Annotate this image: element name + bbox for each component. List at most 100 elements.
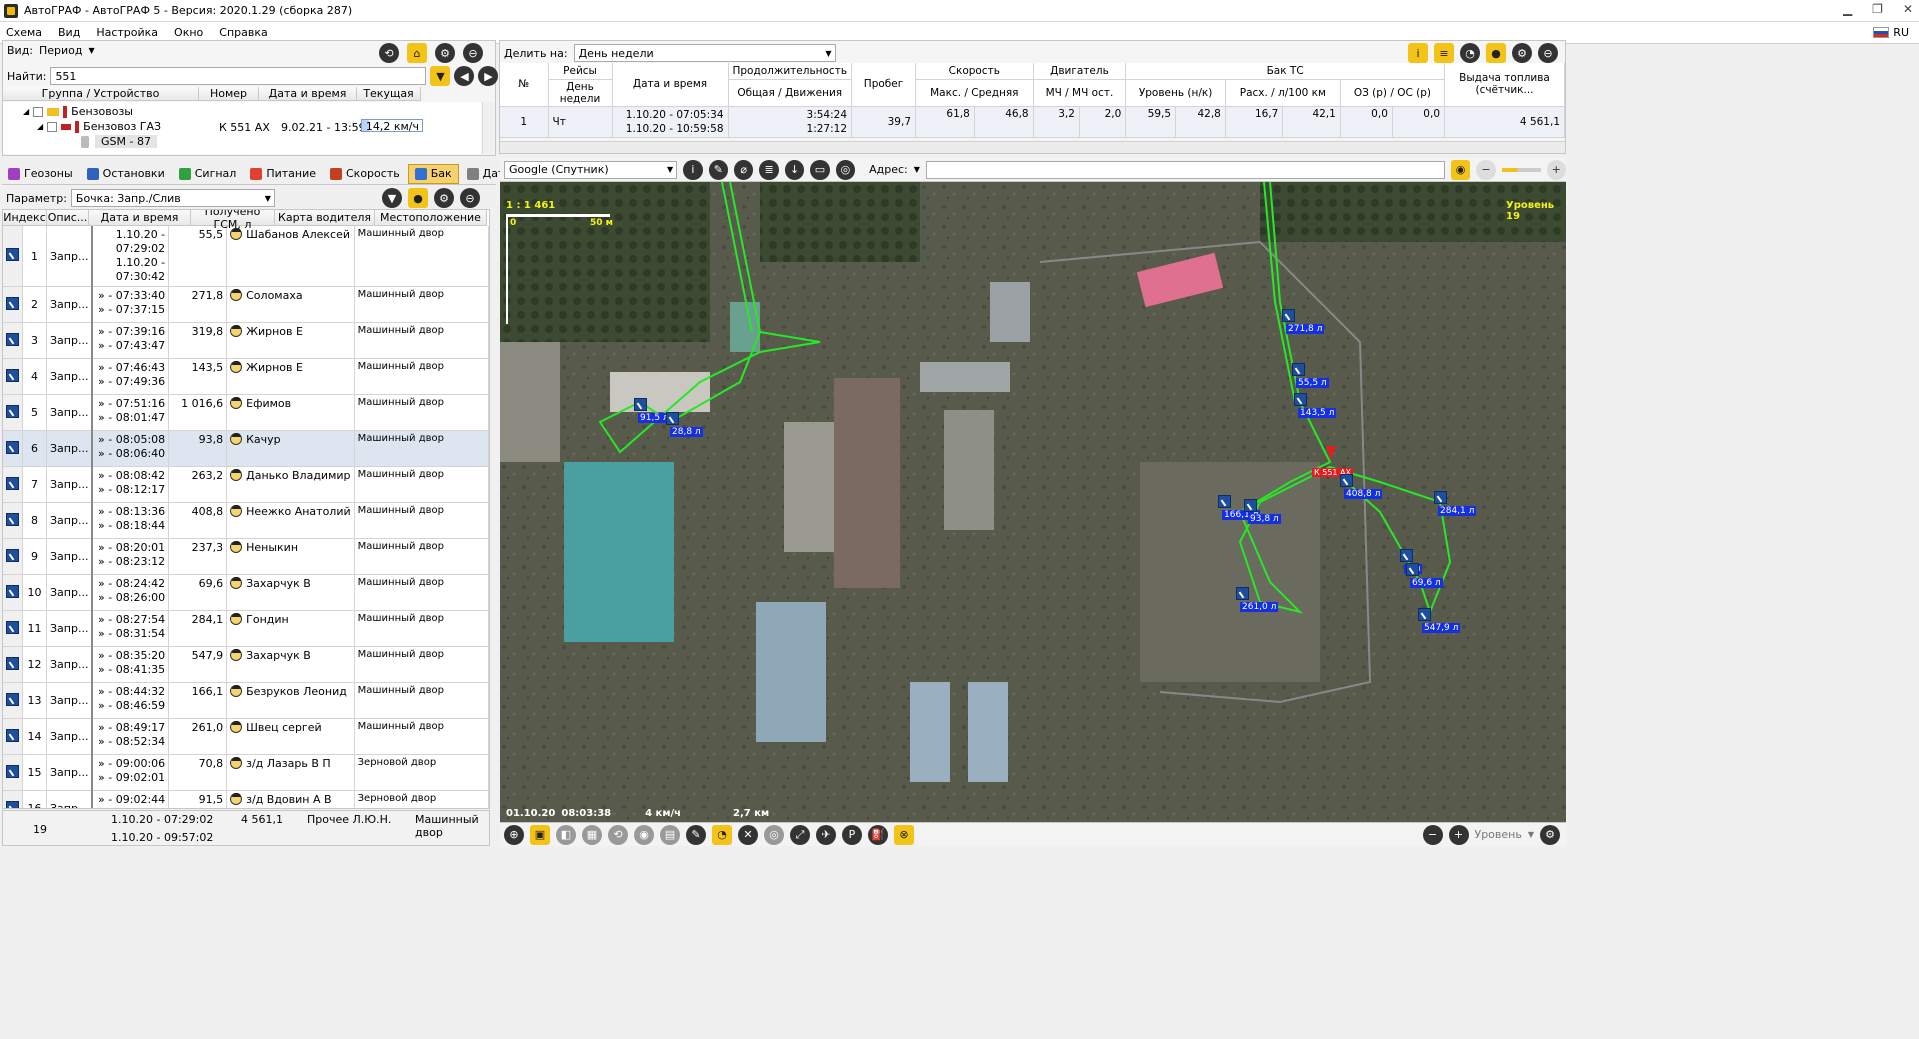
col-group-device[interactable]: Группа / Устройство bbox=[3, 87, 199, 101]
view-dropdown[interactable]: Период bbox=[39, 44, 83, 57]
fuel-icon[interactable]: ⛽ bbox=[868, 824, 888, 845]
col-speed[interactable]: Скорость bbox=[915, 63, 1034, 80]
table-row[interactable]: 6 Запр... » - 08:05:08» - 08:06:40 93,8 Качу… bbox=[3, 430, 489, 467]
menu-window[interactable]: Окно bbox=[174, 26, 203, 39]
table-row[interactable]: 1 Запр... 1.10.20 - 07:29:02 1.10.20 - 07:3… bbox=[3, 226, 489, 287]
tools-icon[interactable]: ✎ bbox=[686, 824, 706, 845]
col-datetime[interactable]: Дата и время bbox=[259, 87, 357, 101]
settings-icon[interactable]: ⚙ bbox=[1540, 824, 1560, 845]
layers-icon[interactable]: ≣ bbox=[759, 159, 779, 180]
filter-icon[interactable]: ▼ bbox=[382, 188, 402, 208]
table-row[interactable]: 4 Запр... » - 07:46:43» - 07:49:36 143,5 Жир… bbox=[3, 358, 489, 395]
info-icon[interactable]: i bbox=[683, 159, 703, 180]
row-icon-cell[interactable] bbox=[3, 682, 23, 719]
col-weekday[interactable]: День недели bbox=[548, 79, 613, 107]
tab-tank[interactable]: Бак bbox=[407, 163, 459, 184]
point-icon[interactable]: ◉ bbox=[634, 824, 654, 845]
col-no[interactable]: № bbox=[500, 63, 549, 107]
table-row[interactable]: 13 Запр... » - 08:44:32» - 08:46:59 166,1 Бе… bbox=[3, 682, 489, 719]
chart-icon[interactable]: ◔ bbox=[712, 824, 732, 845]
pin-icon[interactable]: ● bbox=[408, 188, 428, 208]
zoom-out-icon[interactable]: − bbox=[1422, 824, 1443, 845]
row-icon-cell[interactable] bbox=[3, 286, 23, 323]
table-row[interactable]: 5 Запр... » - 07:51:16» - 08:01:47 1 016,6 Е… bbox=[3, 394, 489, 431]
chart-icon[interactable]: ◔ bbox=[1460, 43, 1480, 63]
collapse-icon[interactable]: ⊖ bbox=[1538, 43, 1558, 63]
measure-icon[interactable]: ⤢ bbox=[790, 824, 810, 845]
tab-speed[interactable]: Скорость bbox=[324, 164, 406, 184]
col-datetime[interactable]: Дата и время bbox=[612, 63, 729, 107]
col-engine[interactable]: Двигатель bbox=[1033, 63, 1127, 80]
tree-device[interactable]: ◢ Бензовоз ГАЗ bbox=[37, 120, 161, 133]
table-row[interactable]: 3 Запр... » - 07:39:16» - 07:43:47 319,8 Жир… bbox=[3, 322, 489, 359]
col-current[interactable]: Текущая bbox=[357, 87, 421, 101]
menu-view[interactable]: Вид bbox=[58, 26, 80, 39]
col-level[interactable]: Уровень (н/к) bbox=[1125, 79, 1226, 107]
download-icon[interactable]: ↓ bbox=[784, 159, 805, 180]
col-tank[interactable]: Бак ТС bbox=[1125, 63, 1445, 80]
table-row[interactable]: 9 Запр... » - 08:20:01» - 08:23:12 237,3 Нен… bbox=[3, 538, 489, 575]
table-row[interactable]: 15 Запр... » - 09:00:06» - 09:02:01 70,8 з/д… bbox=[3, 754, 489, 791]
fuel-marker[interactable]: 143,5 л bbox=[1294, 393, 1337, 418]
trip-row[interactable]: 1 Чт 1.10.20 - 07:05:34 1.10.20 - 10:59:5… bbox=[500, 106, 1565, 138]
zoom-in-icon[interactable]: + bbox=[1546, 159, 1566, 180]
filter-icon[interactable]: ▼ bbox=[430, 66, 451, 86]
row-icon-cell[interactable] bbox=[3, 790, 23, 808]
col-trips[interactable]: Рейсы bbox=[548, 63, 613, 80]
fuel-marker[interactable]: 55,5 л bbox=[1292, 363, 1329, 388]
layer-icon[interactable]: ◧ bbox=[556, 824, 576, 845]
col-max-avg[interactable]: Макс. / Средняя bbox=[915, 79, 1034, 107]
row-icon-cell[interactable] bbox=[3, 226, 23, 287]
col-mileage[interactable]: Пробег bbox=[851, 63, 917, 107]
table-row[interactable]: 8 Запр... » - 08:13:36» - 08:18:44 408,8 Нее… bbox=[3, 502, 489, 539]
row-icon-cell[interactable] bbox=[3, 538, 23, 575]
prev-icon[interactable]: ◀ bbox=[454, 66, 475, 86]
track-icon[interactable]: ▣ bbox=[530, 824, 550, 845]
col-total-moving[interactable]: Общая / Движения bbox=[728, 79, 853, 107]
fuel-marker[interactable]: 547,9 л bbox=[1418, 608, 1461, 633]
col-index[interactable]: Индекс bbox=[3, 210, 47, 226]
stack-icon[interactable]: ≡ bbox=[1434, 43, 1454, 63]
row-icon-cell[interactable] bbox=[3, 394, 23, 431]
zoom-out-icon[interactable]: − bbox=[1476, 159, 1496, 180]
globe-icon[interactable]: ◎ bbox=[835, 159, 856, 180]
row-icon-cell[interactable] bbox=[3, 718, 23, 755]
zoom-slider[interactable] bbox=[1501, 167, 1541, 172]
menu-scheme[interactable]: Схема bbox=[6, 26, 42, 39]
truck-icon[interactable]: ▭ bbox=[810, 159, 830, 180]
refresh-icon[interactable]: ⟲ bbox=[379, 43, 399, 63]
find-input[interactable]: 551 bbox=[50, 67, 427, 85]
chevron-down-icon[interactable]: ▼ bbox=[1528, 830, 1534, 839]
tab-geozones[interactable]: Геозоны bbox=[2, 164, 79, 184]
fuel-marker[interactable]: 93,8 л bbox=[1244, 499, 1281, 524]
crosshair-icon[interactable]: ⊕ bbox=[504, 824, 524, 845]
table-row[interactable]: 2 Запр... » - 07:33:40» - 07:37:15 271,8 Сол… bbox=[3, 286, 489, 323]
chevron-down-icon[interactable]: ▼ bbox=[825, 49, 831, 58]
refresh-icon[interactable]: ⟲ bbox=[608, 824, 628, 845]
tree-group[interactable]: ◢ Бензовозы bbox=[23, 105, 133, 118]
fuel-marker[interactable]: 284,1 л bbox=[1434, 491, 1477, 516]
col-driver[interactable]: Карта водителя bbox=[275, 210, 375, 226]
param-dropdown[interactable]: Бочка: Запр./Слив ▼ bbox=[70, 189, 275, 207]
grid-icon[interactable]: ▤ bbox=[660, 824, 680, 845]
tab-stops[interactable]: Остановки bbox=[81, 164, 171, 184]
row-icon-cell[interactable] bbox=[3, 430, 23, 467]
map-canvas[interactable] bbox=[500, 182, 1566, 822]
row-icon-cell[interactable] bbox=[3, 466, 23, 503]
row-icon-cell[interactable] bbox=[3, 574, 23, 611]
ruler-icon[interactable]: ⌀ bbox=[734, 159, 754, 180]
info-icon[interactable]: i bbox=[1408, 43, 1428, 63]
minimize-icon[interactable]: ▁ bbox=[1843, 2, 1852, 16]
chevron-down-icon[interactable]: ▼ bbox=[89, 46, 95, 55]
table-row[interactable]: 12 Запр... » - 08:35:20» - 08:41:35 547,9 За… bbox=[3, 646, 489, 683]
restore-icon[interactable]: ❐ bbox=[1872, 2, 1883, 16]
col-consumption[interactable]: Расх. / л/100 км bbox=[1225, 79, 1341, 107]
row-icon-cell[interactable] bbox=[3, 610, 23, 647]
pin-icon[interactable]: ● bbox=[1486, 43, 1506, 63]
collapse-icon[interactable]: ⊖ bbox=[460, 188, 480, 208]
menu-settings[interactable]: Настройка bbox=[96, 26, 158, 39]
row-icon-cell[interactable] bbox=[3, 646, 23, 683]
col-fuel-output[interactable]: Выдача топлива (счётчик... bbox=[1444, 63, 1565, 107]
collapse-icon[interactable]: ⊖ bbox=[463, 43, 483, 63]
table-row[interactable]: 10 Запр... » - 08:24:42» - 08:26:00 69,6 Зах… bbox=[3, 574, 489, 611]
